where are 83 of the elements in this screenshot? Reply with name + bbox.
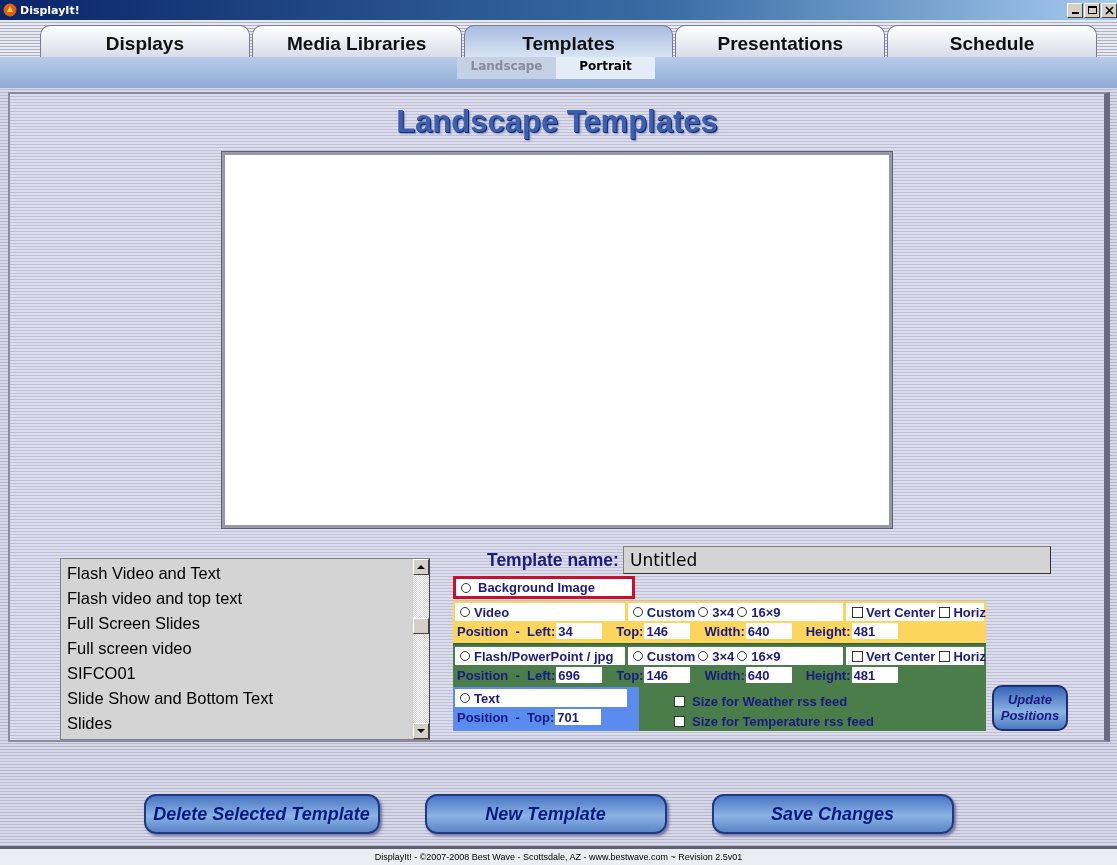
action-button[interactable]: Save Changes [711, 794, 954, 834]
option-label: Size for Temperature rss feed [692, 713, 874, 729]
position-field[interactable]: 696 [556, 667, 603, 683]
position-label: Position - Left: [457, 623, 556, 639]
position-field[interactable]: 481 [851, 667, 898, 683]
minimize-button[interactable] [1067, 2, 1083, 18]
checkbox[interactable] [674, 695, 685, 707]
option-label: 3×4 [712, 648, 735, 664]
position-label: Top: [616, 667, 644, 683]
radio-button[interactable] [632, 651, 643, 661]
option-label: Custom [646, 648, 696, 664]
tab[interactable]: Schedule [887, 25, 1097, 57]
radio-button[interactable] [698, 607, 709, 617]
app-logo-icon [3, 3, 17, 17]
scroll-up-icon[interactable] [413, 559, 429, 575]
radio-button[interactable] [460, 693, 470, 703]
background-image-option[interactable]: Background Image [453, 576, 635, 599]
radio-button[interactable] [737, 607, 748, 617]
scroll-thumb[interactable] [413, 618, 429, 634]
tab[interactable]: Displays [40, 25, 250, 57]
template-name-field[interactable]: Untitled [622, 546, 1051, 574]
page-heading: Landscape Templates [396, 104, 718, 141]
list-item[interactable]: Flash Video and Text [67, 563, 413, 588]
list-item[interactable]: Slides [67, 713, 413, 738]
position-field[interactable]: 481 [851, 623, 898, 639]
option-label: Vert Center [866, 648, 936, 664]
tab[interactable]: Templates [463, 25, 674, 57]
list-item[interactable]: Slide Show and Bottom Text [67, 688, 413, 713]
position-label: Width: [704, 623, 745, 639]
option-label: Background Image [478, 580, 596, 595]
option-label: 16×9 [751, 604, 781, 620]
action-button[interactable]: New Template [424, 794, 667, 834]
checkbox[interactable] [852, 606, 863, 618]
list-item[interactable]: Full Screen Slides [67, 613, 413, 638]
option-label: Size for Weather rss feed [692, 693, 848, 709]
position-field[interactable]: 34 [556, 623, 603, 639]
option-label: 16×9 [751, 648, 781, 664]
window-title: DisplayIt! [20, 3, 80, 17]
option-label: Video [474, 604, 510, 620]
template-list[interactable]: Flash Video and Text Flash video and top text Full Screen Slides Full screen video SIFCO01 Slide Show and Bottom Text Slides [60, 558, 430, 740]
position-field[interactable]: 146 [644, 623, 691, 639]
radio-button[interactable] [460, 651, 470, 661]
position-label: Top: [616, 623, 644, 639]
minimize-icon [1071, 12, 1079, 14]
position-label: Position - Top: [457, 709, 555, 725]
position-field[interactable]: 640 [745, 667, 792, 683]
radio-button[interactable] [461, 582, 471, 593]
position-label: Position - Left: [457, 667, 556, 683]
action-button[interactable]: Delete Selected Template [143, 794, 380, 834]
radio-button[interactable] [698, 651, 709, 661]
radio-button[interactable] [632, 607, 643, 617]
position-label: Height: [805, 667, 851, 683]
position-field[interactable]: 640 [745, 623, 792, 639]
close-button[interactable] [1101, 2, 1117, 18]
position-label: Height: [805, 623, 851, 639]
position-field[interactable]: 146 [644, 667, 691, 683]
option-label: Custom [646, 604, 696, 620]
option-label: Vert Center [866, 604, 936, 620]
update-positions-button[interactable]: Update Positions [992, 685, 1068, 731]
option-label: Text [474, 690, 500, 706]
list-item[interactable]: Flash video and top text [67, 588, 413, 613]
scrollbar[interactable] [413, 559, 429, 739]
checkbox[interactable] [852, 650, 863, 662]
close-icon [1104, 5, 1114, 15]
radio-button[interactable] [460, 607, 470, 617]
position-label: Width: [704, 667, 745, 683]
tab[interactable]: Media Libraries [251, 25, 462, 57]
checkbox[interactable] [674, 715, 685, 727]
maximize-icon [1087, 5, 1097, 15]
scroll-down-icon[interactable] [413, 723, 429, 739]
option-label: Flash/PowerPoint / jpg [474, 648, 614, 664]
tab[interactable]: Presentations [675, 25, 886, 57]
list-item[interactable]: SIFCO01 [67, 663, 413, 688]
position-field[interactable]: 701 [555, 709, 602, 725]
subtab[interactable]: Portrait [556, 57, 655, 79]
maximize-button[interactable] [1084, 2, 1100, 18]
radio-button[interactable] [737, 651, 748, 661]
checkbox[interactable] [939, 650, 951, 662]
option-label: 3×4 [712, 604, 735, 620]
checkbox[interactable] [939, 606, 951, 618]
template-name-label: Template name: [487, 549, 619, 571]
list-item[interactable]: Full screen video [67, 638, 413, 663]
footer-text: DisplayIt! - ©2007-2008 Best Wave - Scottsdale, AZ - www.bestwave.com ~ Revision 2.5v01 [0, 846, 1117, 865]
